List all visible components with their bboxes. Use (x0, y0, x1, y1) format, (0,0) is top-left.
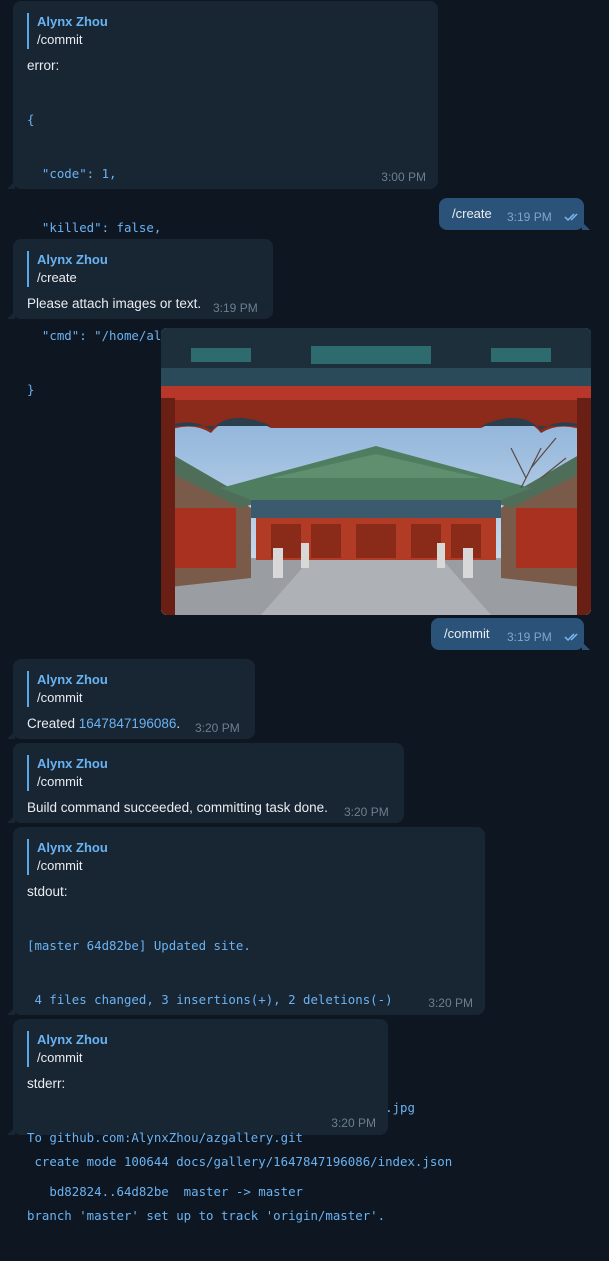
code-line: bd82824..64d82be master -> master (27, 1184, 304, 1199)
reply-text: /commit (37, 858, 83, 873)
reply-quote[interactable]: Alynx Zhou /commit (27, 1031, 108, 1067)
message-label: stdout: (27, 884, 68, 899)
message-bubble[interactable]: Alynx Zhou /commit Created 1647847196086… (7, 659, 255, 739)
message-time: 3:20 PM (195, 721, 240, 735)
reply-author: Alynx Zhou (37, 252, 108, 267)
message-time: 3:00 PM (381, 170, 426, 184)
code-line: 4 files changed, 3 insertions(+), 2 dele… (27, 992, 393, 1007)
gallery-link[interactable]: 1647847196086 (79, 716, 177, 731)
message-bubble[interactable]: Alynx Zhou /commit stderr: To github.com… (7, 1019, 388, 1199)
double-check-icon (564, 633, 578, 642)
reply-quote[interactable]: Alynx Zhou /commit (27, 755, 108, 791)
message-time: 3:20 PM (344, 805, 389, 819)
reply-text: /create (37, 270, 77, 285)
message-time: 3:20 PM (428, 996, 473, 1010)
double-check-icon (564, 213, 578, 222)
reply-author: Alynx Zhou (37, 756, 108, 771)
message-bubble[interactable]: Alynx Zhou /commit error: { "code": 1, "… (7, 1, 438, 397)
message-label: stderr: (27, 1076, 66, 1091)
reply-author: Alynx Zhou (37, 1032, 108, 1047)
message-bubble[interactable]: /create 3:19 PM (439, 198, 590, 230)
message-time: 3:20 PM (331, 1116, 376, 1130)
message-bubble[interactable]: /commit 3:19 PM (431, 618, 590, 650)
message-text: Created 1647847196086. (27, 715, 180, 733)
code-line: { (27, 112, 35, 127)
message-bubble[interactable]: Alynx Zhou /commit stdout: [master 64d82… (7, 827, 485, 1223)
message-time: 3:19 PM (507, 210, 552, 224)
message-time: 3:19 PM (507, 630, 552, 644)
text-prefix: Created (27, 716, 79, 731)
message-label: error: (27, 58, 60, 73)
code-line: "killed": false, (27, 220, 162, 235)
message-bubble[interactable]: Alynx Zhou /commit Build command succeed… (7, 743, 404, 823)
reply-text: /commit (37, 774, 83, 789)
message-text: Build command succeeded, committing task… (27, 800, 328, 815)
message-text: Please attach images or text. (27, 296, 202, 311)
reply-text: /commit (37, 1050, 83, 1065)
reply-author: Alynx Zhou (37, 672, 108, 687)
photo-message[interactable] (161, 328, 591, 615)
reply-text: /commit (37, 32, 83, 47)
courtyard-photo (161, 328, 591, 615)
message-text: /commit (444, 626, 490, 641)
message-time: 3:19 PM (213, 301, 258, 315)
reply-text: /commit (37, 690, 83, 705)
reply-author: Alynx Zhou (37, 840, 108, 855)
code-line: "code": 1, (27, 166, 117, 181)
reply-quote[interactable]: Alynx Zhou /create (27, 251, 108, 287)
reply-quote[interactable]: Alynx Zhou /commit (27, 839, 108, 875)
reply-author: Alynx Zhou (37, 14, 108, 29)
code-line: To github.com:AlynxZhou/azgallery.git (27, 1130, 304, 1145)
text-suffix: . (176, 716, 181, 731)
message-text: /create (452, 206, 492, 221)
code-line: [master 64d82be] Updated site. (27, 938, 251, 953)
reply-quote[interactable]: Alynx Zhou /commit (27, 671, 108, 707)
message-bubble[interactable]: Alynx Zhou /create Please attach images … (7, 239, 273, 319)
reply-quote[interactable]: Alynx Zhou /commit (27, 13, 108, 49)
